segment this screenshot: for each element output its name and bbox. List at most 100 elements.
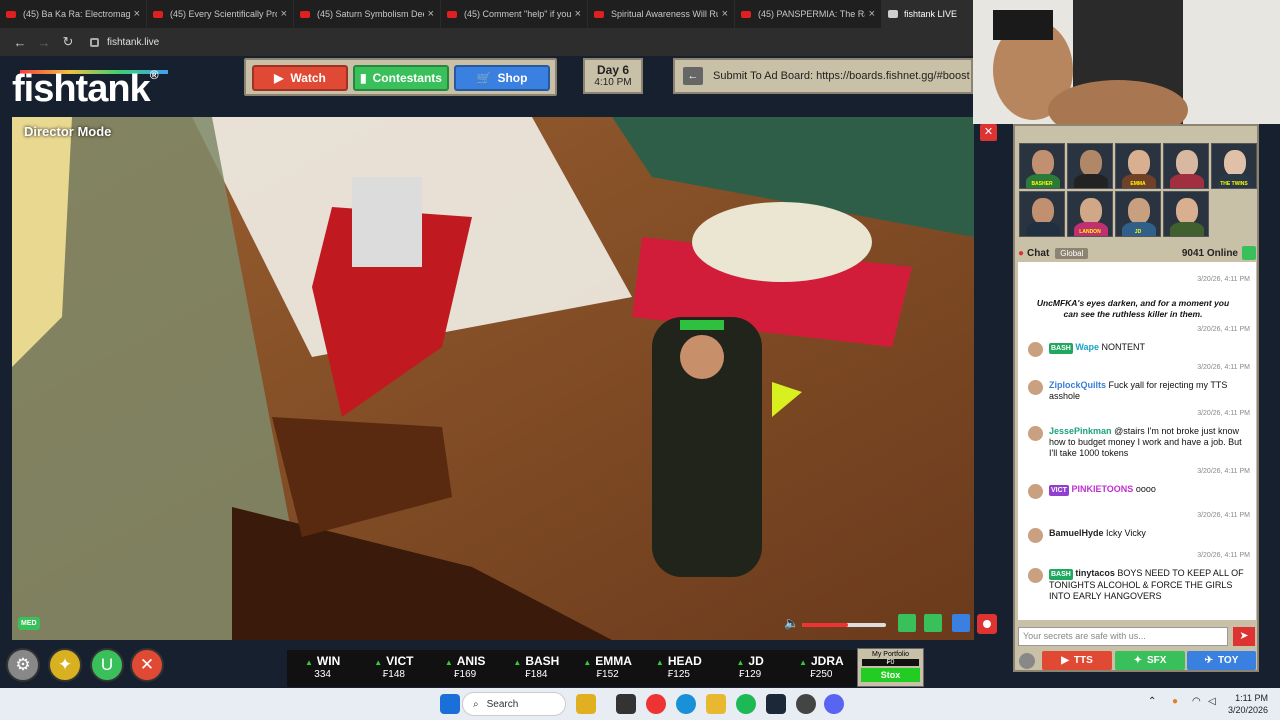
url-field[interactable]: fishtank.live (90, 37, 159, 48)
youtube-icon (6, 10, 16, 18)
fishtank-logo[interactable]: fishtank® (12, 68, 159, 111)
browser-tab[interactable]: Spiritual Awareness Will Rui × (588, 0, 735, 28)
contestant-card[interactable]: LANDON (1067, 191, 1113, 237)
reload-icon[interactable]: ↻ (56, 34, 80, 50)
contestant-card[interactable] (1019, 191, 1065, 237)
sfx-button[interactable]: ✦ SFX (1115, 651, 1185, 670)
browser-tab[interactable]: (45) Comment "help" if you × (441, 0, 588, 28)
send-button[interactable]: ➤ (1233, 627, 1255, 646)
username[interactable]: BamuelHyde (1049, 528, 1104, 538)
tools-button[interactable]: ✕ (130, 648, 164, 682)
mic-icon[interactable]: ● (1172, 696, 1178, 707)
close-tab-icon[interactable]: × (428, 8, 434, 20)
windows-start-icon[interactable] (440, 694, 460, 714)
ticker-item[interactable]: VICT₣148 (358, 650, 429, 687)
browser-tab[interactable]: (45) Saturn Symbolism Deep × (294, 0, 441, 28)
contestant-card[interactable] (1163, 143, 1209, 189)
avatar[interactable] (1028, 528, 1043, 543)
username[interactable]: PINKIETOONS (1071, 484, 1133, 494)
spotify-icon[interactable] (736, 694, 756, 714)
widgets-icon[interactable] (576, 694, 596, 714)
settings-button[interactable]: ⚙ (6, 648, 40, 682)
ticker-item[interactable]: EMMA₣152 (572, 650, 643, 687)
stox-button[interactable]: Stox (861, 668, 920, 682)
contestant-card[interactable]: JD (1115, 191, 1161, 237)
obs-icon[interactable] (796, 694, 816, 714)
contestant-card[interactable]: EMMA (1115, 143, 1161, 189)
contestant-face (1176, 198, 1198, 224)
username[interactable]: tinytacos (1075, 568, 1115, 578)
back-arrow-icon[interactable]: ← (683, 67, 703, 85)
back-icon[interactable]: ← (8, 35, 32, 50)
quality-badge[interactable]: MED (18, 617, 40, 630)
browser-tab[interactable]: (45) Every Scientifically Prov × (147, 0, 294, 28)
clock-date: 3/20/2026 (1227, 705, 1268, 715)
file-explorer-icon[interactable] (706, 694, 726, 714)
volume-slider[interactable] (802, 623, 886, 627)
ticker-item[interactable]: JDRA₣250 (786, 650, 857, 687)
task-view-icon[interactable] (616, 694, 636, 714)
fullscreen-icon[interactable] (952, 614, 970, 632)
users-icon[interactable] (1242, 246, 1256, 260)
browser-tab[interactable]: (45) Ba Ka Ra: Electromagne × (0, 0, 147, 28)
taskbar-search[interactable]: ⌕ Search (462, 692, 566, 716)
contestant-card[interactable]: BASHER (1019, 143, 1065, 189)
chat-scope-tab[interactable]: Global (1055, 247, 1089, 259)
pip-icon[interactable] (898, 614, 916, 632)
tokens-button[interactable]: ✦ (48, 648, 82, 682)
contestant-card[interactable] (1067, 143, 1113, 189)
chat-messages[interactable]: UncMFKA's eyes darken, and for a moment … (1018, 262, 1256, 620)
ad-board[interactable]: ← Submit To Ad Board: https://boards.fis… (673, 58, 973, 94)
taskbar-clock[interactable]: 1:11 PM 3/20/2026 (1228, 692, 1268, 716)
contestant-card[interactable]: THE TWINS (1211, 143, 1257, 189)
close-tab-icon[interactable]: × (281, 8, 287, 20)
emote-icon[interactable] (1019, 653, 1035, 669)
close-tab-icon[interactable]: × (869, 8, 875, 20)
edge-icon[interactable] (676, 694, 696, 714)
close-tab-icon[interactable]: × (722, 8, 728, 20)
message-time: 3/20/26, 4:11 PM (1197, 364, 1250, 371)
ticker-item[interactable]: BASH₣184 (501, 650, 572, 687)
record-button[interactable] (977, 614, 997, 634)
steam-icon[interactable] (766, 694, 786, 714)
chrome-icon[interactable] (646, 694, 666, 714)
day-label: Day 6 (596, 63, 630, 77)
volume-icon[interactable]: 🔈 (784, 616, 799, 630)
portfolio-panel[interactable]: My Portfolio ₣0 Stox (857, 648, 924, 687)
ticker-item[interactable]: ANIS₣169 (430, 650, 501, 687)
ticker-item[interactable]: WIN334 (287, 650, 358, 687)
username[interactable]: Wape (1075, 342, 1099, 352)
tray-chevron-icon[interactable]: ⌃ (1148, 696, 1156, 707)
forward-icon[interactable]: → (32, 35, 56, 50)
avatar[interactable] (1028, 342, 1043, 357)
close-tab-icon[interactable]: × (575, 8, 581, 20)
avatar[interactable] (1028, 484, 1043, 499)
cast-icon[interactable] (924, 614, 942, 632)
toy-button[interactable]: ✈ TOY (1187, 651, 1256, 670)
close-video-button[interactable]: ✕ (980, 124, 997, 141)
ticker-item[interactable]: HEAD₣125 (643, 650, 714, 687)
message-time: 3/20/26, 4:11 PM (1197, 468, 1250, 475)
avatar[interactable] (1028, 380, 1043, 395)
tts-button[interactable]: ▶ TTS (1042, 651, 1112, 670)
username[interactable]: JessePinkman (1049, 426, 1112, 436)
contestant-card[interactable] (1163, 191, 1209, 237)
contestant-name: JD (1134, 229, 1142, 235)
shop-button[interactable]: 🛒 Shop (454, 65, 550, 91)
contestants-button[interactable]: ▮ Contestants (353, 65, 449, 91)
browser-tab[interactable]: (45) PANSPERMIA: The Radi × (735, 0, 882, 28)
speaker-icon[interactable]: ◁ (1208, 696, 1216, 707)
chat-input[interactable]: Your secrets are safe with us... (1018, 627, 1228, 646)
ticker-item[interactable]: JD₣129 (715, 650, 786, 687)
close-tab-icon[interactable]: × (134, 8, 140, 20)
discord-icon[interactable] (824, 694, 844, 714)
avatar[interactable] (1028, 568, 1043, 583)
video-player[interactable]: MED 🔈 (12, 117, 974, 640)
wifi-icon[interactable]: ◠ (1192, 696, 1201, 707)
avatar[interactable] (1028, 426, 1043, 441)
site-info-icon[interactable] (90, 37, 99, 47)
magnet-button[interactable]: U (90, 648, 124, 682)
username[interactable]: ZiplockQuilts (1049, 380, 1106, 390)
sfx-icon: ✦ (1133, 655, 1142, 666)
watch-button[interactable]: ▶ Watch (252, 65, 348, 91)
